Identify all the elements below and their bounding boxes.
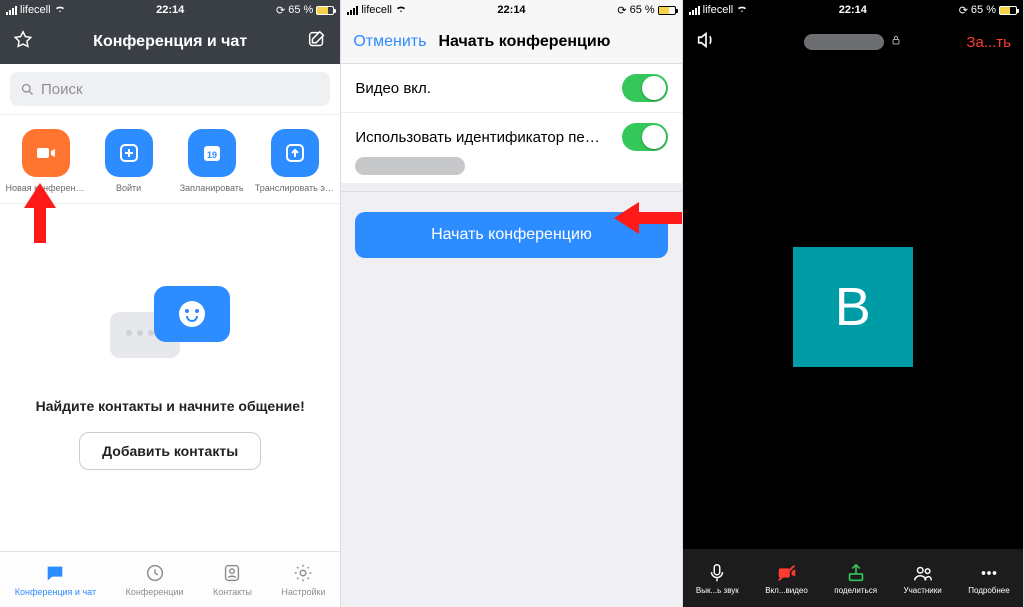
modal-header: Отменить Начать конференцию <box>341 20 681 64</box>
people-icon <box>912 562 934 584</box>
battery-icon <box>999 6 1017 15</box>
toolbar-label: Участники <box>904 586 942 595</box>
tab-bar: Конференция и чат Конференции Контакты Н… <box>0 551 340 607</box>
toolbar-label: Подробнее <box>968 586 1010 595</box>
video-on-row: Видео вкл. <box>341 64 681 113</box>
search-icon <box>20 82 35 97</box>
end-meeting-button[interactable]: За...ть <box>966 34 1011 51</box>
app-header: Конференция и чат <box>0 20 340 64</box>
gear-icon <box>292 562 314 584</box>
action-label: Запланировать <box>172 183 252 193</box>
search-input[interactable]: Поиск <box>10 72 330 106</box>
share-icon <box>845 562 867 584</box>
plus-icon <box>117 141 141 165</box>
loading-icon: ⟳ <box>617 4 626 17</box>
mic-icon <box>706 562 728 584</box>
battery-icon <box>658 6 676 15</box>
more-icon <box>978 562 1000 584</box>
clock-icon <box>144 562 166 584</box>
tab-label: Настройки <box>281 587 325 597</box>
clock: 22:14 <box>839 4 867 16</box>
toolbar-label: Вык...ь звук <box>696 586 739 595</box>
loading-icon: ⟳ <box>959 4 968 17</box>
setting-label: Видео вкл. <box>355 80 431 97</box>
tab-meetings[interactable]: Конференции <box>126 562 184 597</box>
signal-icon <box>689 6 700 15</box>
chat-illustration <box>110 286 230 376</box>
video-button[interactable]: Вкл...видео <box>765 562 808 595</box>
action-label: Транслировать экр... <box>255 183 335 193</box>
pmi-row: Использовать идентификатор перс... <box>341 113 681 161</box>
modal-title: Начать конференцию <box>438 33 610 51</box>
signal-icon <box>6 6 17 15</box>
pmi-toggle[interactable] <box>622 123 668 151</box>
speaker-icon[interactable] <box>695 29 717 56</box>
contact-icon <box>221 562 243 584</box>
tab-label: Контакты <box>213 587 252 597</box>
carrier-label: lifecell <box>361 4 392 16</box>
star-icon[interactable] <box>12 29 34 56</box>
wifi-icon <box>736 3 748 18</box>
schedule-button[interactable]: 19 Запланировать <box>172 129 252 193</box>
calendar-icon: 19 <box>200 141 224 165</box>
more-button[interactable]: Подробнее <box>968 562 1010 595</box>
signal-icon <box>347 6 358 15</box>
upload-icon <box>283 141 307 165</box>
annotation-arrow-up <box>18 178 62 248</box>
chat-bubble-icon <box>44 562 66 584</box>
toolbar-label: поделиться <box>834 586 877 595</box>
tab-settings[interactable]: Настройки <box>281 562 325 597</box>
avatar-letter: В <box>835 276 871 338</box>
search-placeholder: Поиск <box>41 81 83 98</box>
participant-avatar: В <box>793 247 913 367</box>
svg-text:19: 19 <box>207 150 217 160</box>
pmi-value-redacted <box>355 157 465 175</box>
tab-label: Конференции <box>126 587 184 597</box>
clock: 22:14 <box>497 4 525 16</box>
loading-icon: ⟳ <box>276 4 285 17</box>
wifi-icon <box>395 3 407 18</box>
lock-icon <box>890 33 902 51</box>
tab-label: Конференция и чат <box>15 587 96 597</box>
meeting-toolbar: Вык...ь звук Вкл...видео поделиться Учас… <box>683 549 1023 607</box>
status-bar: lifecell 22:14 ⟳ 65 % <box>683 0 1023 20</box>
status-bar: lifecell 22:14 ⟳ 65 % <box>0 0 340 20</box>
page-title: Конференция и чат <box>93 33 247 51</box>
empty-title: Найдите контакты и начните общение! <box>36 398 305 414</box>
toolbar-label: Вкл...видео <box>765 586 808 595</box>
video-toggle[interactable] <box>622 74 668 102</box>
carrier-label: lifecell <box>703 4 734 16</box>
cancel-button[interactable]: Отменить <box>353 33 426 51</box>
action-label: Войти <box>89 183 169 193</box>
meeting-header: За...ть <box>683 20 1023 64</box>
mute-button[interactable]: Вык...ь звук <box>696 562 739 595</box>
video-icon <box>34 141 58 165</box>
tab-contacts[interactable]: Контакты <box>213 562 252 597</box>
battery-pct: 65 % <box>630 4 655 16</box>
share-button[interactable]: поделиться <box>834 562 877 595</box>
video-area: В <box>683 64 1023 549</box>
tab-meet-chat[interactable]: Конференция и чат <box>15 562 96 597</box>
empty-state: Найдите контакты и начните общение! Доба… <box>0 204 340 551</box>
share-screen-button[interactable]: Транслировать экр... <box>255 129 335 193</box>
participants-button[interactable]: Участники <box>904 562 942 595</box>
setting-label: Использовать идентификатор перс... <box>355 129 605 146</box>
battery-pct: 65 % <box>288 4 313 16</box>
battery-icon <box>316 6 334 15</box>
video-off-icon <box>776 562 798 584</box>
compose-icon[interactable] <box>306 29 328 56</box>
clock: 22:14 <box>156 4 184 16</box>
carrier-label: lifecell <box>20 4 51 16</box>
wifi-icon <box>54 3 66 18</box>
annotation-arrow-left <box>609 196 683 240</box>
add-contacts-button[interactable]: Добавить контакты <box>79 432 261 470</box>
join-button[interactable]: Войти <box>89 129 169 193</box>
battery-pct: 65 % <box>971 4 996 16</box>
status-bar: lifecell 22:14 ⟳ 65 % <box>341 0 681 20</box>
meeting-title-redacted <box>804 34 884 50</box>
